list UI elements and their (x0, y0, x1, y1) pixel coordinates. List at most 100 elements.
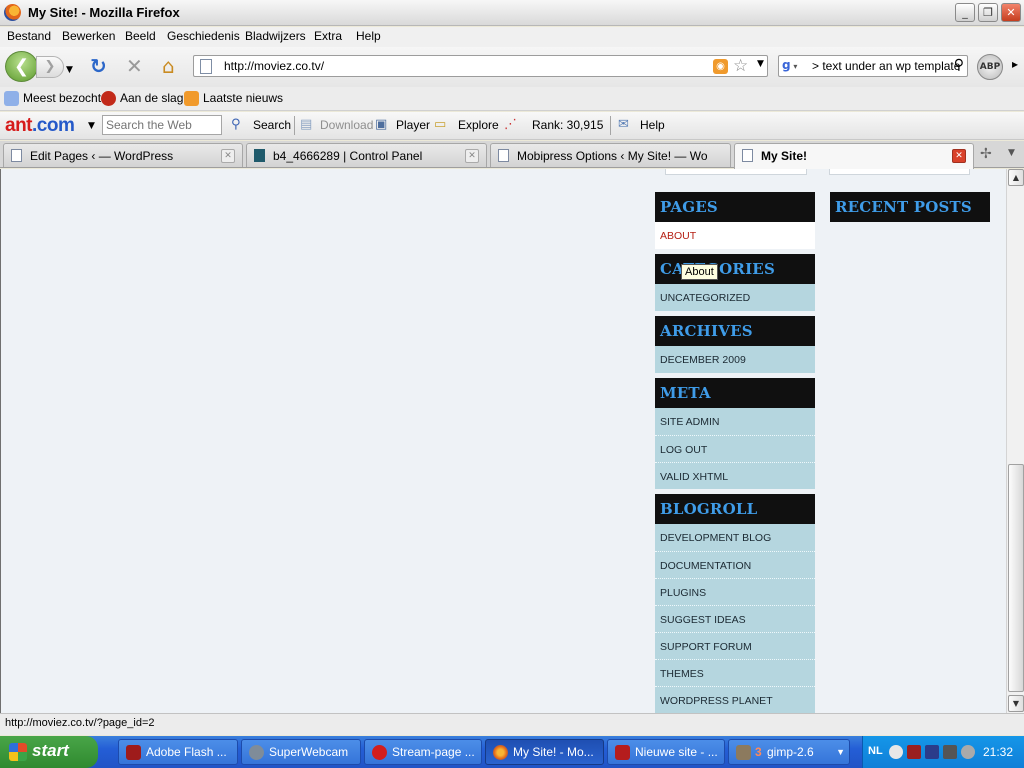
page-content: PAGES ABOUT CATEGORIES UNCATEGORIZED ARC… (0, 169, 1006, 713)
task-adobe-flash[interactable]: Adobe Flash ... (118, 739, 238, 765)
scroll-down-button[interactable]: ▼ (1008, 695, 1024, 712)
search-go-icon[interactable]: ⚲ (954, 57, 964, 73)
blogroll-link[interactable]: PLUGINS (655, 578, 815, 605)
archive-link[interactable]: DECEMBER 2009 (655, 346, 815, 373)
blogroll-link[interactable]: SUGGEST IDEAS (655, 605, 815, 632)
vp-site-icon (254, 149, 265, 162)
abp-dropdown-icon[interactable]: ▸ (1012, 57, 1018, 71)
tray-app-icon[interactable] (961, 745, 975, 759)
help-mail-icon[interactable]: ✉ (618, 117, 629, 132)
maximize-button[interactable]: ❐ (978, 3, 998, 22)
tray-app-icon[interactable] (925, 745, 939, 759)
new-tab-icon[interactable]: ✢ (980, 146, 992, 162)
widget-title: RECENT POSTS (830, 192, 990, 222)
task-superwebcam[interactable]: SuperWebcam (241, 739, 361, 765)
system-tray: NL 21:32 (862, 736, 1024, 768)
tray-app-icon[interactable] (907, 745, 921, 759)
blogroll-link[interactable]: WORDPRESS PLANET (655, 686, 815, 713)
stop-icon[interactable]: ✕ (126, 55, 143, 77)
scroll-thumb[interactable] (1008, 464, 1024, 692)
scroll-up-button[interactable]: ▲ (1008, 169, 1024, 186)
close-tab-icon[interactable]: ✕ (221, 149, 235, 163)
ant-search-button[interactable]: Search (253, 118, 291, 132)
ant-download-button[interactable]: Download (320, 118, 373, 132)
menu-beeld[interactable]: Beeld (125, 29, 156, 43)
meta-link-valid-xhtml[interactable]: VALID XHTML (655, 462, 815, 489)
rss-bookmark-icon (184, 91, 199, 106)
blogroll-link[interactable]: DEVELOPMENT BLOG (655, 524, 815, 551)
task-gimp-group[interactable]: 3 gimp-2.6 ▼ (728, 739, 850, 765)
minimize-button[interactable]: _ (955, 3, 975, 22)
address-input[interactable]: http://moviez.co.tv/ (224, 59, 324, 73)
forward-button[interactable]: ❯ (36, 56, 64, 78)
ant-search-icon[interactable]: ⚲ (231, 117, 241, 132)
language-indicator[interactable]: NL (868, 745, 883, 757)
tab-control-panel[interactable]: b4_4666289 | Control Panel ✕ (246, 143, 487, 167)
blogroll-link[interactable]: THEMES (655, 659, 815, 686)
menu-extra[interactable]: Extra (314, 29, 342, 43)
blogroll-link[interactable]: DOCUMENTATION (655, 551, 815, 578)
widget-title: ARCHIVES (655, 316, 815, 346)
page-icon (11, 149, 22, 162)
tray-app-icon[interactable] (943, 745, 957, 759)
clock[interactable]: 21:32 (983, 745, 1013, 759)
category-link[interactable]: UNCATEGORIZED (655, 284, 815, 311)
widget-pages: PAGES ABOUT (655, 192, 815, 249)
ant-menu-dropdown-icon[interactable]: ▼ (88, 121, 95, 131)
tab-mobipress-options[interactable]: Mobipress Options ‹ My Site! — Word... (490, 143, 731, 167)
ant-logo[interactable]: ant.com (5, 115, 75, 137)
menu-geschiedenis[interactable]: Geschiedenis (167, 29, 240, 43)
adblock-plus-button[interactable]: ABP (977, 54, 1003, 80)
task-my-site-firefox[interactable]: My Site! - Mo... (485, 739, 604, 765)
window-titlebar[interactable]: My Site! - Mozilla Firefox _ ❐ ✕ (0, 0, 1024, 26)
toolbar-separator (610, 116, 611, 135)
firefox-icon (4, 4, 21, 21)
close-tab-icon[interactable]: ✕ (465, 149, 479, 163)
page-link-about[interactable]: ABOUT (655, 222, 815, 249)
page-icon (742, 149, 753, 162)
address-bar[interactable]: http://moviez.co.tv/ ◉ ☆ ▼ (193, 55, 768, 77)
menu-bewerken[interactable]: Bewerken (62, 29, 115, 43)
menu-help[interactable]: Help (356, 29, 381, 43)
close-tab-icon[interactable]: ✕ (952, 149, 966, 163)
bookmark-star-icon[interactable]: ☆ (733, 56, 748, 76)
ant-help-button[interactable]: Help (640, 118, 665, 132)
webcam-icon (249, 745, 264, 760)
bookmark-meest-bezocht[interactable]: Meest bezocht (23, 91, 101, 105)
bookmark-laatste-nieuws[interactable]: Laatste nieuws (203, 91, 283, 105)
tab-edit-pages[interactable]: Edit Pages ‹ — WordPress ✕ (3, 143, 243, 167)
ant-player-button[interactable]: Player (396, 118, 430, 132)
search-input[interactable]: > text under an wp template (812, 59, 960, 73)
ant-explore-button[interactable]: Explore (458, 118, 499, 132)
bookmark-aan-de-slag[interactable]: Aan de slag (120, 91, 183, 105)
address-dropdown-icon[interactable]: ▼ (757, 59, 764, 69)
reload-icon[interactable]: ↻ (90, 55, 107, 77)
meta-link-log-out[interactable]: LOG OUT (655, 435, 815, 462)
tab-list-dropdown-icon[interactable]: ▼ (1008, 148, 1015, 158)
vertical-scrollbar[interactable]: ▲ ▼ (1006, 169, 1024, 713)
tray-expand-icon[interactable] (889, 745, 903, 759)
back-button[interactable]: ❮ (5, 51, 38, 82)
ant-rank-label: Rank: 30,915 (532, 118, 604, 132)
google-search-engine-icon[interactable]: g ▾ (782, 58, 808, 74)
download-icon[interactable]: ▤ (300, 117, 312, 132)
history-dropdown-icon[interactable]: ▼ (66, 59, 73, 81)
search-bar[interactable]: g ▾ > text under an wp template ⚲ (778, 55, 968, 77)
task-stream-page[interactable]: Stream-page ... (364, 739, 482, 765)
menu-bladwijzers[interactable]: Bladwijzers (245, 29, 306, 43)
task-nieuwe-site[interactable]: Nieuwe site - ... (607, 739, 725, 765)
ant-search-input[interactable] (102, 115, 222, 135)
blogroll-link[interactable]: SUPPORT FORUM (655, 632, 815, 659)
tab-my-site[interactable]: My Site! ✕ (734, 143, 974, 169)
player-icon[interactable]: ▣ (375, 117, 387, 132)
windows-logo-icon (9, 743, 27, 761)
home-icon[interactable]: ⌂ (162, 55, 175, 77)
explore-icon[interactable]: ▭ (434, 117, 446, 132)
widget-recent-posts: RECENT POSTS (830, 192, 990, 222)
start-button[interactable]: start (0, 736, 98, 768)
rss-feed-icon[interactable]: ◉ (713, 59, 728, 74)
close-window-button[interactable]: ✕ (1001, 3, 1021, 22)
meta-link-site-admin[interactable]: SITE ADMIN (655, 408, 815, 435)
menu-bestand[interactable]: Bestand (7, 29, 51, 43)
group-dropdown-icon[interactable]: ▼ (836, 747, 845, 757)
